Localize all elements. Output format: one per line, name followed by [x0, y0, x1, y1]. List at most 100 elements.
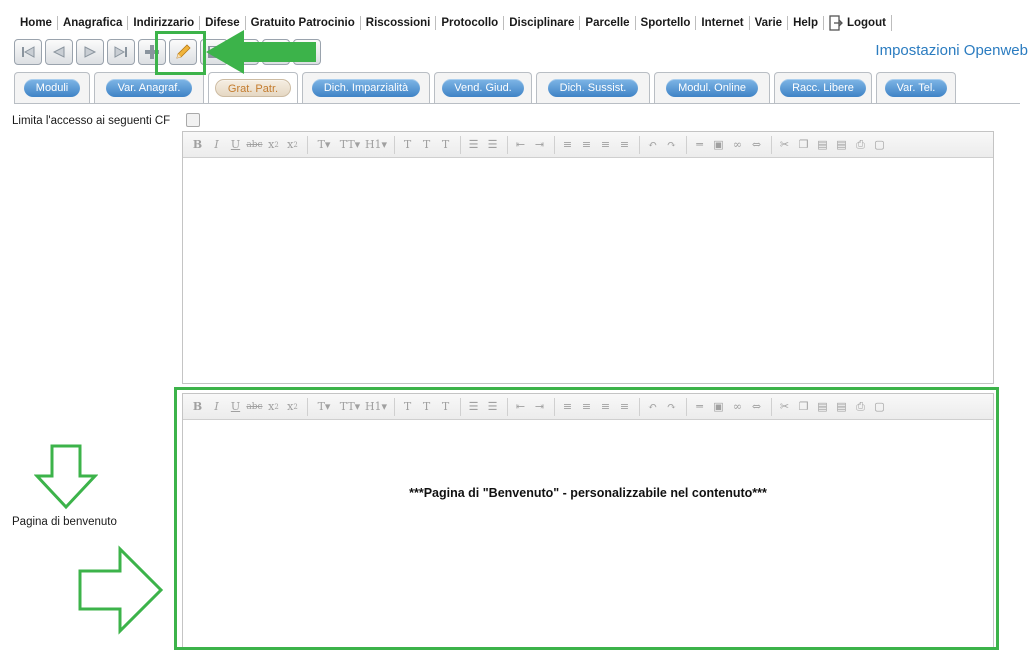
cf-restriction-checkbox[interactable] [186, 113, 200, 127]
menu-home[interactable]: Home [14, 16, 58, 30]
menu-protocollo[interactable]: Protocollo [436, 16, 505, 30]
cf-editor-body[interactable] [183, 158, 993, 383]
print-icon[interactable]: ⎙ [852, 398, 869, 416]
tab-var-tel[interactable]: Var. Tel. [876, 72, 956, 103]
outdent-icon[interactable]: ⇤ [512, 398, 529, 416]
first-record-button[interactable] [14, 39, 42, 65]
save-record-button[interactable] [200, 39, 228, 65]
settings-link[interactable]: Impostazioni Openweb [875, 42, 1028, 59]
align-right-icon[interactable]: ≡ [597, 136, 614, 154]
underline-icon[interactable]: U [227, 136, 244, 154]
superscript-icon[interactable]: x2 [284, 398, 301, 416]
paste-text-icon[interactable]: ▤ [833, 398, 850, 416]
tab-dich-imparzialita[interactable]: Dich. Imparzialità [302, 72, 430, 103]
tab-vend-giud[interactable]: Vend. Giud. [434, 72, 532, 103]
align-center-icon[interactable]: ≡ [578, 136, 595, 154]
next-record-button[interactable] [76, 39, 104, 65]
italic-icon[interactable]: I [208, 398, 225, 416]
paste-icon[interactable]: ▤ [814, 398, 831, 416]
menu-anagrafica[interactable]: Anagrafica [58, 16, 129, 30]
undo-icon[interactable]: ↶ [644, 398, 661, 416]
download-button[interactable] [293, 39, 321, 65]
source-icon[interactable]: ▢ [871, 136, 888, 154]
bullet-list-icon[interactable]: ☰ [465, 398, 482, 416]
menu-riscossioni[interactable]: Riscossioni [361, 16, 437, 30]
copy-icon[interactable]: ❐ [795, 398, 812, 416]
align-center-icon[interactable]: ≡ [578, 398, 595, 416]
horizontal-rule-icon[interactable]: ═ [691, 398, 708, 416]
last-record-button[interactable] [107, 39, 135, 65]
menu-varie[interactable]: Varie [750, 16, 789, 30]
undo-icon[interactable]: ↶ [644, 136, 661, 154]
add-record-button[interactable] [138, 39, 166, 65]
numbered-list-icon[interactable]: ☰ [484, 136, 501, 154]
clear-format-icon[interactable]: T [437, 398, 454, 416]
align-left-icon[interactable]: ≡ [559, 398, 576, 416]
print-icon[interactable]: ⎙ [852, 136, 869, 154]
paste-icon[interactable]: ▤ [814, 136, 831, 154]
underline-icon[interactable]: U [227, 398, 244, 416]
tab-var-anagraf[interactable]: Var. Anagraf. [94, 72, 204, 103]
menu-disciplinare[interactable]: Disciplinare [504, 16, 581, 30]
strikethrough-icon[interactable]: abc [246, 136, 263, 154]
outdent-icon[interactable]: ⇤ [512, 136, 529, 154]
logout-button[interactable]: Logout [824, 15, 892, 31]
link-icon[interactable]: ∞ [729, 136, 746, 154]
cut-icon[interactable]: ✂ [776, 398, 793, 416]
background-color-icon[interactable]: T [418, 136, 435, 154]
strikethrough-icon[interactable]: abc [246, 398, 263, 416]
tab-grat-patr[interactable]: Grat. Patr. [208, 72, 298, 103]
bullet-list-icon[interactable]: ☰ [465, 136, 482, 154]
numbered-list-icon[interactable]: ☰ [484, 398, 501, 416]
tab-modul-online[interactable]: Modul. Online [654, 72, 770, 103]
previous-record-button[interactable] [45, 39, 73, 65]
subscript-icon[interactable]: x2 [265, 398, 282, 416]
cut-icon[interactable]: ✂ [776, 136, 793, 154]
link-icon[interactable]: ∞ [729, 398, 746, 416]
font-icon[interactable]: T▾ [312, 398, 336, 416]
italic-icon[interactable]: I [208, 136, 225, 154]
font-size-icon[interactable]: TT▾ [338, 398, 362, 416]
menu-sportello[interactable]: Sportello [636, 16, 697, 30]
bold-icon[interactable]: B [189, 398, 206, 416]
bold-icon[interactable]: B [189, 136, 206, 154]
justify-icon[interactable]: ≡ [616, 136, 633, 154]
superscript-icon[interactable]: x2 [284, 136, 301, 154]
heading-icon[interactable]: H1▾ [364, 398, 388, 416]
paste-text-icon[interactable]: ▤ [833, 136, 850, 154]
image-icon[interactable]: ▣ [710, 136, 727, 154]
tab-racc-libere[interactable]: Racc. Libere [774, 72, 872, 103]
text-color-icon[interactable]: T [399, 136, 416, 154]
menu-parcelle[interactable]: Parcelle [580, 16, 636, 30]
menu-indirizzario[interactable]: Indirizzario [128, 16, 201, 30]
menu-internet[interactable]: Internet [696, 16, 750, 30]
background-color-icon[interactable]: T [418, 398, 435, 416]
subscript-icon[interactable]: x2 [265, 136, 282, 154]
tab-moduli[interactable]: Moduli [14, 72, 90, 103]
justify-icon[interactable]: ≡ [616, 398, 633, 416]
indent-icon[interactable]: ⇥ [531, 136, 548, 154]
unlink-icon[interactable]: ⇔ [748, 398, 765, 416]
align-left-icon[interactable]: ≡ [559, 136, 576, 154]
menu-difese[interactable]: Difese [200, 16, 246, 30]
redo-icon[interactable]: ↷ [663, 136, 680, 154]
menu-gratuito-patrocinio[interactable]: Gratuito Patrocinio [246, 16, 361, 30]
heading-icon[interactable]: H1▾ [364, 136, 388, 154]
edit-record-button[interactable] [169, 39, 197, 65]
font-size-icon[interactable]: TT▾ [338, 136, 362, 154]
horizontal-rule-icon[interactable]: ═ [691, 136, 708, 154]
indent-icon[interactable]: ⇥ [531, 398, 548, 416]
welcome-editor-body[interactable]: ***Pagina di "Benvenuto" - personalizzab… [183, 420, 993, 647]
copy-icon[interactable]: ❐ [795, 136, 812, 154]
tab-dich-sussist[interactable]: Dich. Sussist. [536, 72, 650, 103]
source-icon[interactable]: ▢ [871, 398, 888, 416]
redo-icon[interactable]: ↷ [663, 398, 680, 416]
image-icon[interactable]: ▣ [710, 398, 727, 416]
delete-record-button[interactable] [231, 39, 259, 65]
clear-format-icon[interactable]: T [437, 136, 454, 154]
menu-help[interactable]: Help [788, 16, 824, 30]
unlink-icon[interactable]: ⇔ [748, 136, 765, 154]
text-color-icon[interactable]: T [399, 398, 416, 416]
font-icon[interactable]: T▾ [312, 136, 336, 154]
print-button[interactable] [262, 39, 290, 65]
